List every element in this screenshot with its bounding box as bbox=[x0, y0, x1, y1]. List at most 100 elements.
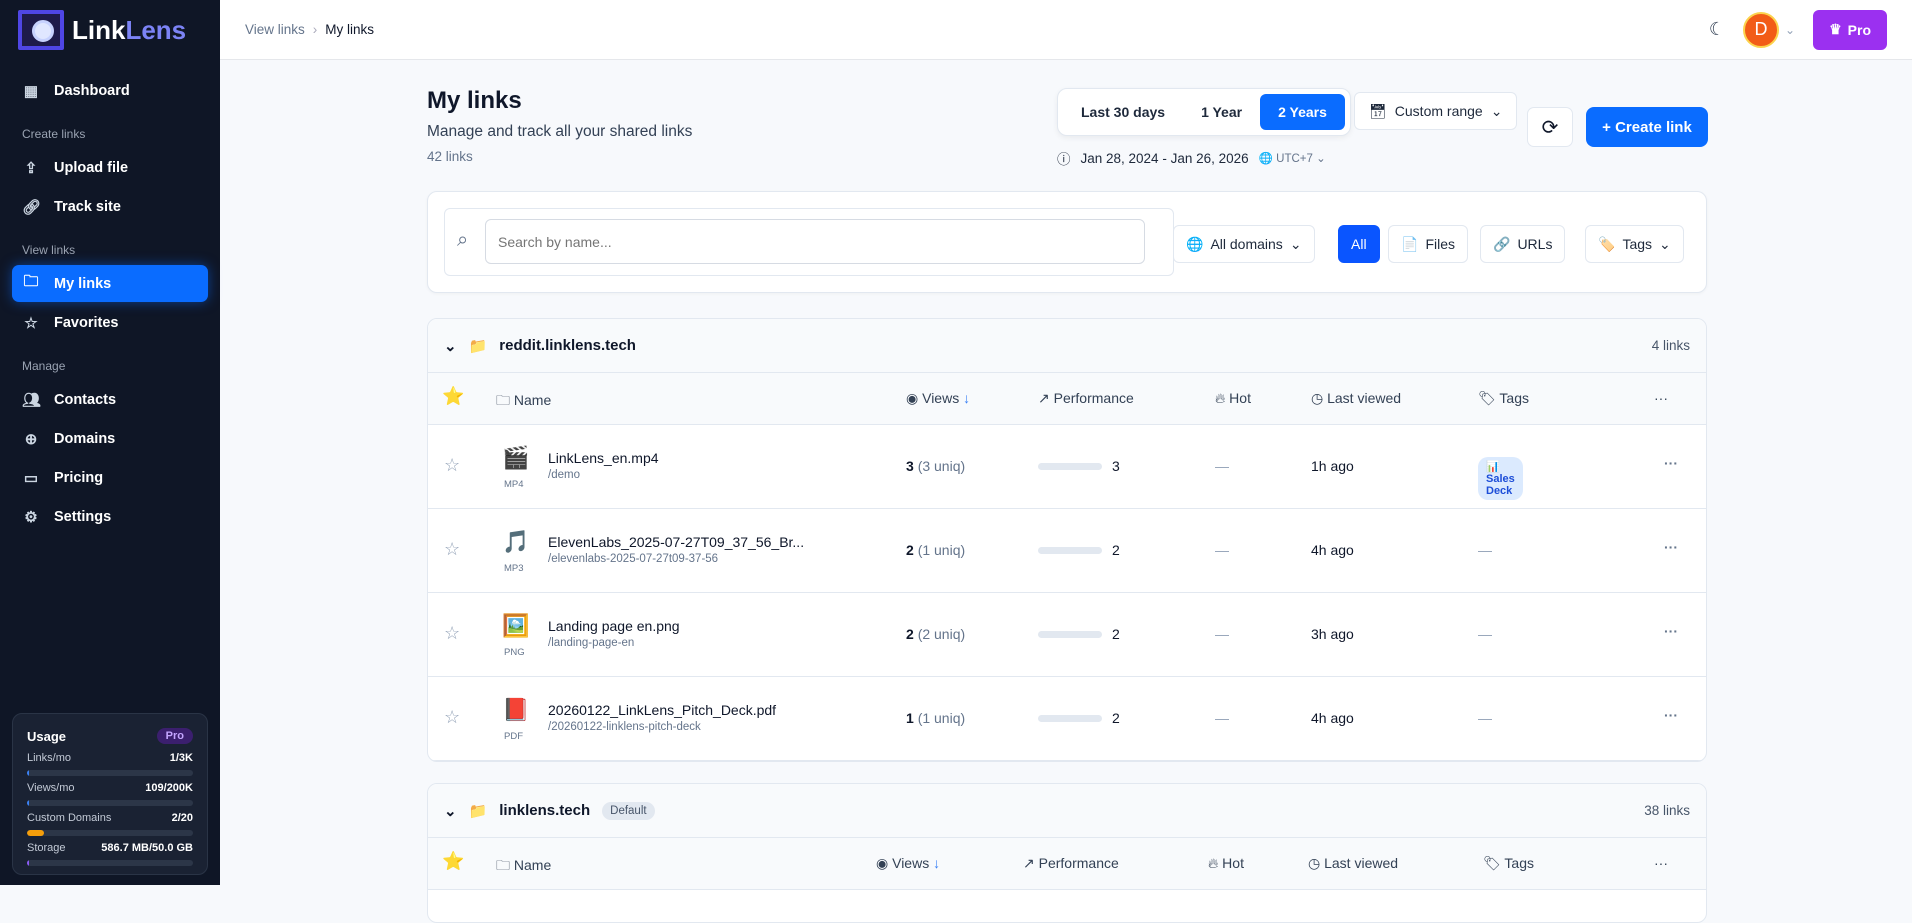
file-type-icon: 🎬 bbox=[502, 445, 530, 470]
usage-card: Usage Pro Links/mo 1/3K Views/mo 109/200K Cus… bbox=[12, 713, 208, 875]
more-actions-icon[interactable]: ··· bbox=[1664, 539, 1678, 555]
moon-icon[interactable]: ☾ bbox=[1709, 19, 1725, 40]
usage-bar bbox=[27, 860, 193, 866]
sidebar: LinkLens ▦ Dashboard Create links ⇪ Upload… bbox=[0, 0, 220, 885]
chevron-down-icon: ⌄ bbox=[1785, 22, 1796, 37]
range-30-days[interactable]: Last 30 days bbox=[1063, 94, 1183, 130]
performance-bar bbox=[1038, 547, 1102, 554]
default-badge: Default bbox=[602, 801, 655, 820]
sidebar-item-settings[interactable]: ⚙ Settings bbox=[12, 498, 208, 535]
link-icon: 🔗 bbox=[1493, 235, 1511, 252]
table-row[interactable]: ☆ 🖼️ PNG Landing page en.png /landing-pa… bbox=[428, 593, 1706, 677]
more-actions-icon[interactable]: ··· bbox=[1664, 707, 1678, 723]
sidebar-item-pricing[interactable]: ▭ Pricing bbox=[12, 459, 208, 496]
column-name[interactable]: 🗀 Name bbox=[496, 855, 551, 879]
link-name[interactable]: ElevenLabs_2025-07-27T09_37_56_Br... bbox=[548, 534, 804, 550]
table-row[interactable]: ☆ 🎬 MP4 LinkLens_en.mp4 /demo 3 (3 uniq)… bbox=[428, 425, 1706, 509]
logo[interactable]: LinkLens bbox=[0, 0, 220, 60]
favorite-star-icon[interactable]: ☆ bbox=[444, 707, 460, 728]
star-icon: ☆ bbox=[24, 314, 38, 332]
group-header[interactable]: ⌄ 📁 reddit.linklens.tech 4 links bbox=[428, 319, 1706, 373]
column-more[interactable]: ··· bbox=[1654, 390, 1668, 406]
filter-all[interactable]: All bbox=[1338, 225, 1380, 263]
tags-filter[interactable]: 🏷️ Tags ⌄ bbox=[1585, 225, 1684, 263]
domain-filter[interactable]: 🌐 All domains ⌄ bbox=[1173, 225, 1315, 263]
column-tags[interactable]: 🏷︎ Tags bbox=[1478, 390, 1529, 407]
column-last-viewed[interactable]: ◷ Last viewed bbox=[1308, 855, 1398, 872]
usage-title: Usage bbox=[27, 728, 67, 744]
usage-bar bbox=[27, 830, 193, 836]
star-icon[interactable]: ⭐ bbox=[442, 386, 464, 407]
column-name[interactable]: 🗀 Name bbox=[496, 390, 551, 414]
search-input[interactable] bbox=[485, 219, 1145, 264]
file-type-icon: 🖼️ bbox=[502, 613, 530, 638]
folder-icon: 📁 bbox=[468, 337, 488, 355]
sidebar-item-my-links[interactable]: 🗀 My links bbox=[12, 265, 208, 302]
last-viewed: 4h ago bbox=[1311, 710, 1354, 726]
group-header[interactable]: ⌄ 📁 linklens.tech Default 38 links bbox=[428, 784, 1706, 838]
calendar-icon: 📅︎ bbox=[1369, 102, 1387, 119]
file-type-icon: 📕 bbox=[502, 697, 530, 722]
performance-value: 3 bbox=[1112, 458, 1120, 474]
column-hot[interactable]: 🔥︎ Hot bbox=[1208, 855, 1244, 872]
link-name[interactable]: 20260122_LinkLens_Pitch_Deck.pdf bbox=[548, 702, 776, 718]
link-slug: /landing-page-en bbox=[548, 637, 635, 649]
tag-icon: 🏷️ bbox=[1598, 235, 1616, 252]
date-range-tabs: Last 30 days 1 Year 2 Years bbox=[1057, 88, 1351, 136]
column-tags[interactable]: 🏷︎ Tags bbox=[1483, 855, 1534, 872]
last-viewed: 3h ago bbox=[1311, 626, 1354, 642]
breadcrumb-view-links[interactable]: View links bbox=[245, 22, 305, 37]
link-name[interactable]: LinkLens_en.mp4 bbox=[548, 450, 659, 466]
sidebar-item-upload-file[interactable]: ⇪ Upload file bbox=[12, 149, 208, 186]
performance-value: 2 bbox=[1112, 710, 1120, 726]
folder-icon: 📁 bbox=[468, 802, 488, 820]
user-menu[interactable]: D ⌄ bbox=[1743, 11, 1796, 48]
pro-button[interactable]: ♛ Pro bbox=[1813, 9, 1887, 50]
main-content: My links Manage and track all your share… bbox=[427, 60, 1708, 923]
column-performance[interactable]: ↗ Performance bbox=[1023, 855, 1119, 872]
sidebar-item-contacts[interactable]: 👥︎ Contacts bbox=[12, 381, 208, 418]
performance-value: 2 bbox=[1112, 626, 1120, 642]
refresh-button[interactable]: ⟳ bbox=[1527, 107, 1573, 147]
column-performance[interactable]: ↗ Performance bbox=[1038, 390, 1134, 407]
upload-icon: ⇪ bbox=[24, 159, 38, 177]
favorite-star-icon[interactable]: ☆ bbox=[444, 623, 460, 644]
hot-value: — bbox=[1215, 458, 1229, 474]
last-viewed: 4h ago bbox=[1311, 542, 1354, 558]
create-link-button[interactable]: + Create link bbox=[1586, 107, 1708, 147]
usage-row: Views/mo 109/200K bbox=[27, 782, 193, 794]
file-type: MP4 bbox=[504, 479, 524, 490]
sidebar-item-track-site[interactable]: 🔗︎ Track site bbox=[12, 188, 208, 225]
chevron-down-icon: ⌄ bbox=[1659, 235, 1671, 252]
sidebar-item-dashboard[interactable]: ▦ Dashboard bbox=[12, 72, 208, 109]
favorite-star-icon[interactable]: ☆ bbox=[444, 539, 460, 560]
custom-range-button[interactable]: 📅︎ Custom range ⌄ bbox=[1354, 92, 1518, 130]
link-slug: /elevenlabs-2025-07-27t09-37-56 bbox=[548, 553, 719, 565]
range-2-years[interactable]: 2 Years bbox=[1260, 94, 1345, 130]
table-row[interactable]: ☆ 📕 PDF 20260122_LinkLens_Pitch_Deck.pdf… bbox=[428, 677, 1706, 761]
views-cell: 1 (1 uniq) bbox=[906, 710, 966, 726]
range-1-year[interactable]: 1 Year bbox=[1183, 94, 1260, 130]
globe-icon: 🌐 bbox=[1186, 235, 1204, 252]
more-actions-icon[interactable]: ··· bbox=[1664, 623, 1678, 639]
column-last-viewed[interactable]: ◷ Last viewed bbox=[1311, 390, 1401, 407]
more-actions-icon[interactable]: ··· bbox=[1664, 455, 1678, 471]
sidebar-item-favorites[interactable]: ☆ Favorites bbox=[12, 304, 208, 341]
performance-bar bbox=[1038, 631, 1102, 638]
timezone-select[interactable]: 🌐 UTC+7 ⌄ bbox=[1259, 151, 1326, 165]
table-row[interactable]: ☆ 🎵 MP3 ElevenLabs_2025-07-27T09_37_56_B… bbox=[428, 509, 1706, 593]
tags-cell: 📊 Sales Deck +1 bbox=[1478, 457, 1523, 500]
column-views[interactable]: ◉ Views ↓ bbox=[876, 855, 940, 872]
favorite-star-icon[interactable]: ☆ bbox=[444, 455, 460, 476]
tag-badge[interactable]: 📊 Sales Deck bbox=[1478, 457, 1523, 500]
star-icon[interactable]: ⭐ bbox=[442, 851, 464, 872]
filter-urls[interactable]: 🔗 URLs bbox=[1480, 225, 1566, 263]
column-more[interactable]: ··· bbox=[1654, 855, 1668, 871]
filter-files[interactable]: 📄 Files bbox=[1388, 225, 1468, 263]
link-icon: 🔗︎ bbox=[22, 198, 42, 216]
column-hot[interactable]: 🔥︎ Hot bbox=[1215, 390, 1251, 407]
sidebar-item-domains[interactable]: ⊕ Domains bbox=[12, 420, 208, 457]
column-views[interactable]: ◉ Views ↓ bbox=[906, 390, 970, 407]
search-icon: ⌕ bbox=[457, 229, 469, 251]
link-name[interactable]: Landing page en.png bbox=[548, 618, 680, 634]
